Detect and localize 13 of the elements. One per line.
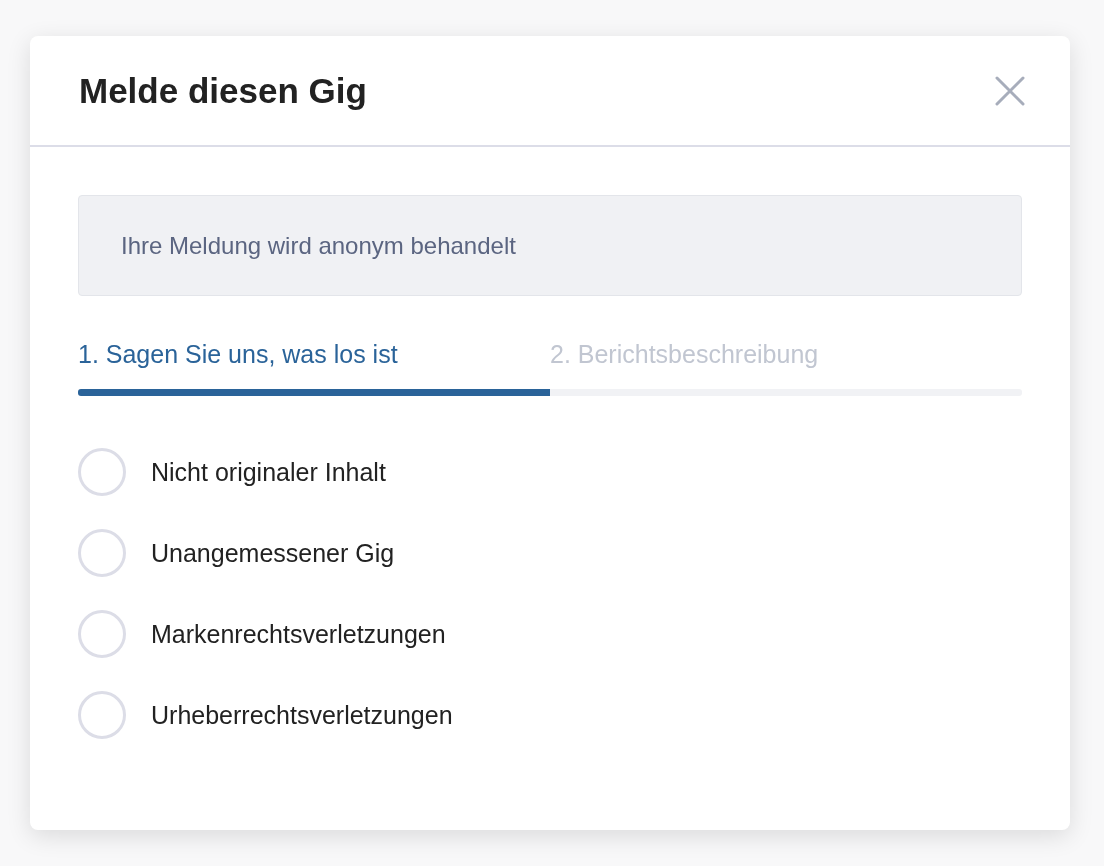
option-label[interactable]: Nicht originaler Inhalt (151, 457, 386, 487)
dialog-title: Melde diesen Gig (79, 70, 367, 111)
option-label[interactable]: Urheberrechtsverletzungen (151, 700, 453, 730)
radio-button[interactable] (78, 529, 126, 577)
close-button[interactable] (994, 74, 1026, 107)
option-label[interactable]: Markenrechtsverletzungen (151, 619, 446, 649)
radio-button[interactable] (78, 610, 126, 658)
option-label[interactable]: Unangemessener Gig (151, 538, 395, 568)
radio-button[interactable] (78, 691, 126, 739)
info-banner: Ihre Meldung wird anonym behandelt (78, 195, 1022, 296)
close-icon (994, 74, 1026, 107)
radio-button[interactable] (78, 448, 126, 496)
step-tab[interactable]: 1. Sagen Sie uns, was los ist (78, 340, 550, 389)
